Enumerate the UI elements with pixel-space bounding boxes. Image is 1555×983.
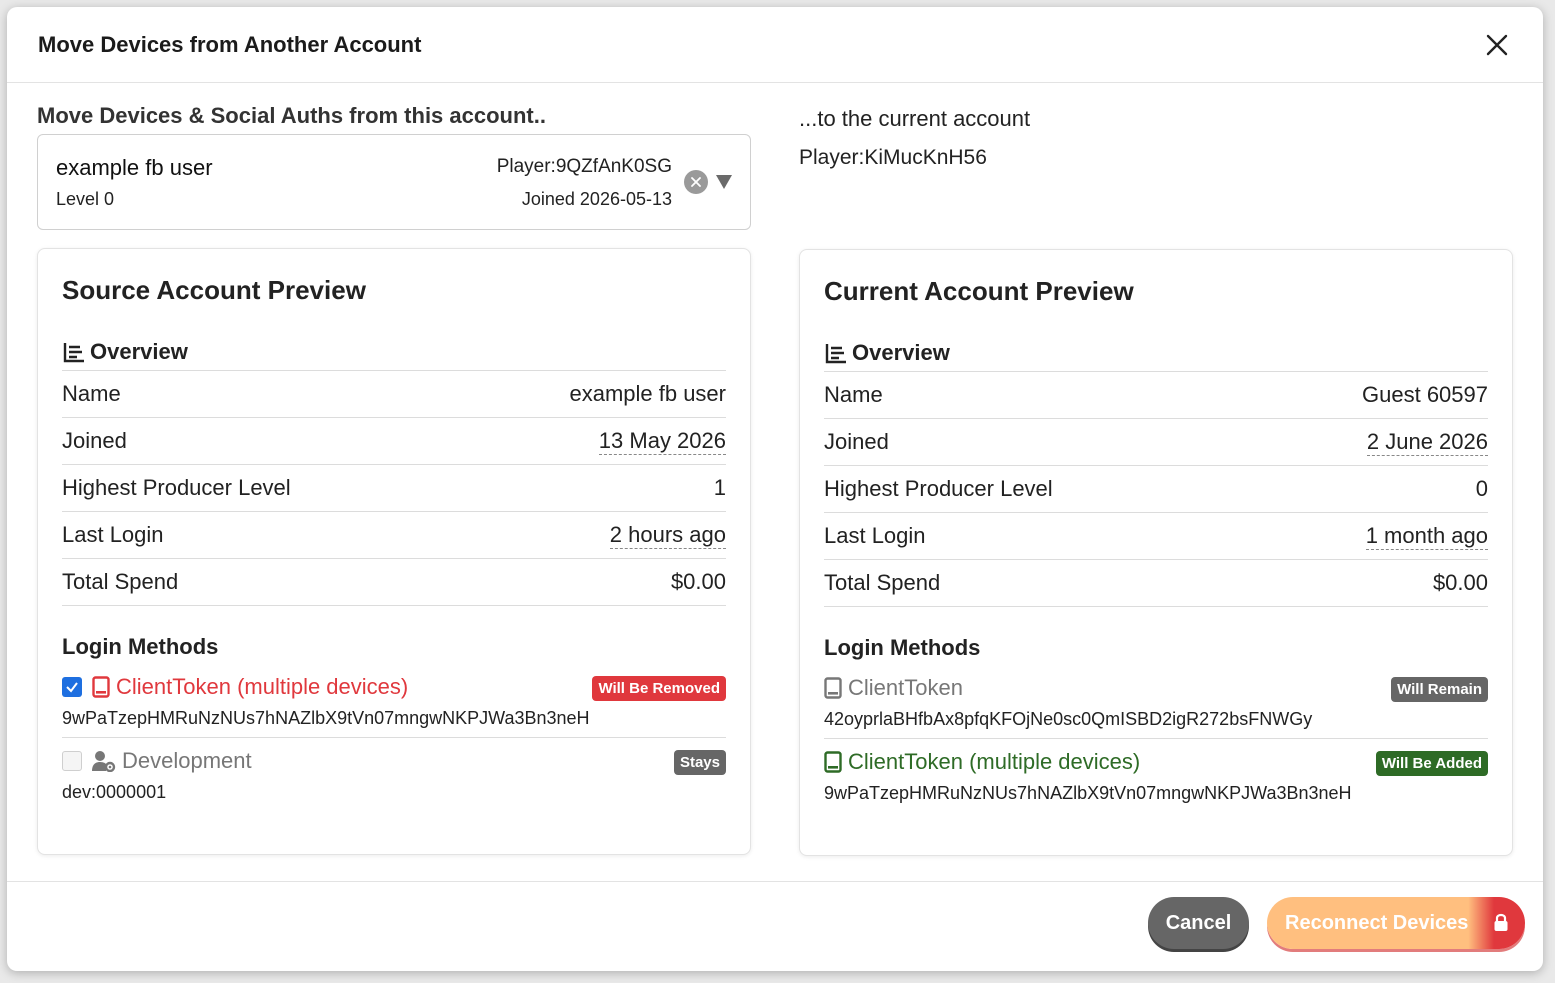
move-checkbox[interactable] [62,677,82,697]
modal-footer: Cancel Reconnect Devices [7,881,1543,971]
current-overview-heading: Overview [824,340,1488,372]
source-account-select[interactable]: example fb user Level 0 Player:9QZfAnK0S… [37,134,751,230]
device-icon [824,677,842,699]
reconnect-devices-button[interactable]: Reconnect Devices [1267,897,1525,949]
selected-account-name: example fb user [56,155,213,180]
source-login-methods-title: Login Methods [62,634,219,659]
cancel-button[interactable]: Cancel [1148,897,1249,949]
source-preview-title: Source Account Preview [62,275,366,305]
login-token: 9wPaTzepHMRuNzNUs7hNAZlbX9tVn07mngwNKPJW… [62,708,590,728]
status-badge: Stays [673,750,726,775]
current-row-joined: Joined 2 June 2026 [824,419,1488,466]
source-heading: Move Devices & Social Auths from this ac… [37,103,546,128]
source-row-total-spend: Total Spend $0.00 [62,559,726,606]
current-login-method: ClientToken (multiple devices) 9wPaTzepH… [824,739,1488,812]
check-icon [66,682,78,693]
source-row-name: Name example fb user [62,371,726,418]
login-token: 42oyprlaBHfbAx8pfqKFOjNe0sc0QmISBD2igR27… [824,709,1313,729]
joined-date-tooltip[interactable]: 13 May 2026 [598,428,726,455]
status-badge: Will Remain [1391,677,1488,702]
target-player-id: Player:KiMucKnH56 [799,146,987,169]
move-devices-modal: Move Devices from Another Account Move D… [7,7,1543,971]
last-login-tooltip[interactable]: 2 hours ago [609,522,726,549]
current-preview-title: Current Account Preview [824,276,1134,306]
list-icon [63,342,84,362]
modal-title: Move Devices from Another Account [38,31,422,57]
modal-header: Move Devices from Another Account [7,7,1543,83]
login-token: 9wPaTzepHMRuNzNUs7hNAZlbX9tVn07mngwNKPJW… [824,783,1352,803]
current-account-preview: Current Account Preview Overview Name Gu… [799,249,1513,856]
source-row-joined: Joined 13 May 2026 [62,418,726,465]
source-login-method: ClientToken (multiple devices) 9wPaTzepH… [62,664,726,738]
source-row-level: Highest Producer Level 1 [62,465,726,512]
dropdown-caret-icon[interactable] [716,175,732,189]
status-badge: Will Be Removed [592,676,726,701]
move-checkbox[interactable] [62,751,82,771]
current-overview-label: Overview [852,339,950,365]
current-row-name: Name Guest 60597 [824,372,1488,419]
joined-date-tooltip[interactable]: 2 June 2026 [1366,429,1488,456]
target-heading: ...to the current account [799,106,1031,131]
clear-selection-button[interactable] [684,170,708,194]
current-row-last-login: Last Login 1 month ago [824,513,1488,560]
list-icon [825,343,846,363]
clear-icon [691,177,701,187]
current-login-method: ClientToken 42oyprlaBHfbAx8pfqKFOjNe0sc0… [824,665,1488,739]
selected-account-level: Level 0 [56,189,115,209]
close-icon [1486,34,1508,55]
device-icon [824,751,842,773]
source-row-last-login: Last Login 2 hours ago [62,512,726,559]
close-button[interactable] [1481,29,1513,61]
last-login-tooltip[interactable]: 1 month ago [1365,523,1488,550]
selected-account-player-id: Player:9QZfAnK0SG [496,156,672,177]
user-gear-icon [92,751,116,772]
device-icon [92,676,110,698]
current-row-level: Highest Producer Level 0 [824,466,1488,513]
selected-account-joined: Joined 2026-05-13 [521,189,672,209]
source-overview-label: Overview [90,338,188,364]
login-token: dev:0000001 [62,782,167,802]
lock-icon [1494,913,1508,931]
source-account-preview: Source Account Preview Overview Name exa… [37,248,751,855]
reconnect-devices-label: Reconnect Devices [1285,911,1469,934]
current-login-methods-title: Login Methods [824,635,981,660]
status-badge: Will Be Added [1375,751,1488,776]
source-overview-heading: Overview [62,339,726,371]
source-login-method: Development dev:0000001 Stays [62,738,726,811]
current-row-total-spend: Total Spend $0.00 [824,560,1488,607]
